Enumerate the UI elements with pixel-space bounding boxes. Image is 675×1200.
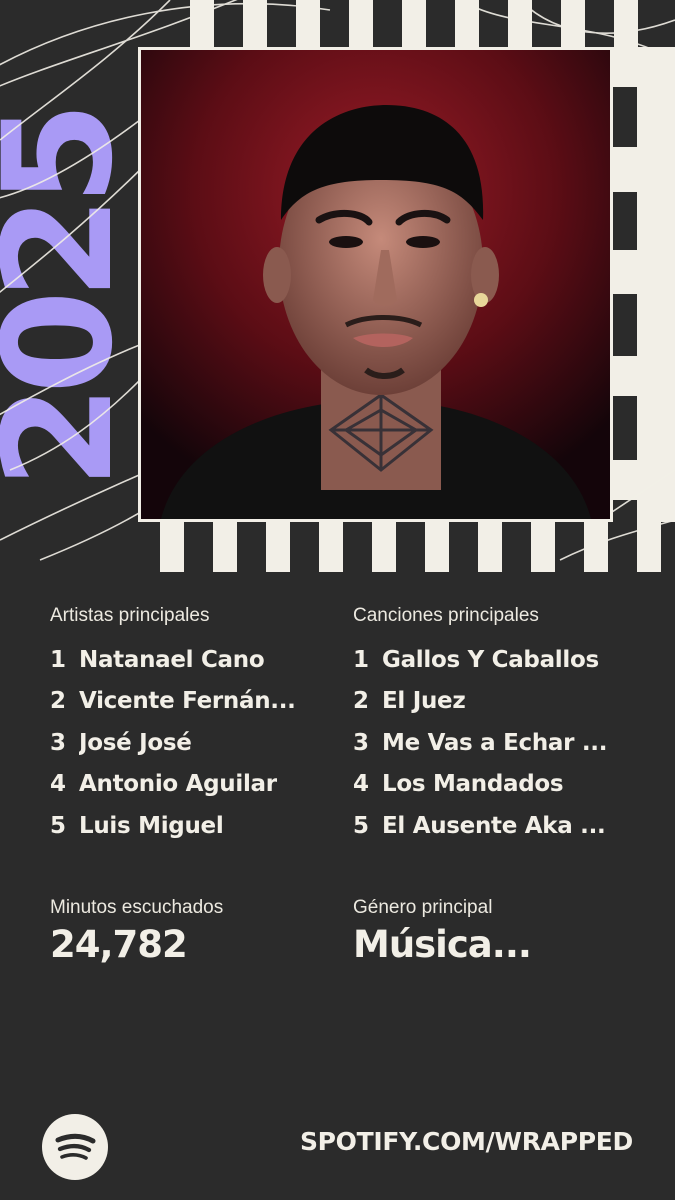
artist-name: José José xyxy=(79,729,192,756)
list-item: 5 Luis Miguel xyxy=(50,805,320,847)
song-title: El Juez xyxy=(382,688,466,715)
minutes-section: Minutos escuchados 24,782 xyxy=(50,895,320,966)
rank-number: 3 xyxy=(353,729,369,756)
list-item: 4 Los Mandados xyxy=(353,764,633,806)
list-item: 5 El Ausente Aka ... xyxy=(353,805,633,847)
rank-number: 4 xyxy=(353,771,369,798)
wrapped-card: 2025 Artistas principales 1 Natanael Can… xyxy=(0,0,675,1200)
minutes-value: 24,782 xyxy=(50,923,188,966)
genre-section: Género principal Música... xyxy=(353,895,633,966)
top-artists-section: Artistas principales 1 Natanael Cano 2 Vic… xyxy=(50,603,320,847)
list-item: 1 Gallos Y Caballos xyxy=(353,639,633,681)
rank-number: 2 xyxy=(50,688,66,715)
rank-number: 1 xyxy=(50,646,66,673)
rank-number: 1 xyxy=(353,646,369,673)
rank-number: 5 xyxy=(50,812,66,839)
artist-name: Natanael Cano xyxy=(79,646,265,673)
list-item: 1 Natanael Cano xyxy=(50,639,320,681)
svg-text:2025: 2025 xyxy=(0,111,146,488)
artist-name: Antonio Aguilar xyxy=(79,771,277,798)
top-songs-section: Canciones principales 1 Gallos Y Caballos… xyxy=(353,603,633,847)
artist-name: Luis Miguel xyxy=(79,812,224,839)
song-title: Los Mandados xyxy=(382,771,564,798)
list-item: 2 Vicente Fernán... xyxy=(50,681,320,723)
rank-number: 3 xyxy=(50,729,66,756)
hero-artwork: 2025 xyxy=(0,0,675,572)
rank-number: 2 xyxy=(353,688,369,715)
rank-number: 5 xyxy=(353,812,369,839)
list-item: 3 Me Vas a Echar ... xyxy=(353,722,633,764)
artist-name: Vicente Fernán... xyxy=(79,688,296,715)
song-title: Me Vas a Echar ... xyxy=(382,729,608,756)
rank-number: 4 xyxy=(50,771,66,798)
list-item: 4 Antonio Aguilar xyxy=(50,764,320,806)
list-item: 3 José José xyxy=(50,722,320,764)
year-graphic: 2025 xyxy=(0,111,146,488)
minutes-label: Minutos escuchados xyxy=(50,897,224,918)
top-artists-label: Artistas principales xyxy=(50,605,210,626)
artist-photo xyxy=(138,47,613,522)
top-artists-list: 1 Natanael Cano 2 Vicente Fernán... 3 José … xyxy=(50,639,320,847)
list-item: 2 El Juez xyxy=(353,681,633,723)
genre-label: Género principal xyxy=(353,897,493,918)
song-title: Gallos Y Caballos xyxy=(382,646,599,673)
genre-value: Música... xyxy=(353,923,532,966)
top-songs-list: 1 Gallos Y Caballos 2 El Juez 3 Me Vas a Ec… xyxy=(353,639,633,847)
song-title: El Ausente Aka ... xyxy=(382,812,606,839)
spotify-logo-icon[interactable] xyxy=(42,1114,108,1180)
wrapped-url-link[interactable]: SPOTIFY.COM/WRAPPED xyxy=(300,1127,633,1156)
top-songs-label: Canciones principales xyxy=(353,605,539,626)
